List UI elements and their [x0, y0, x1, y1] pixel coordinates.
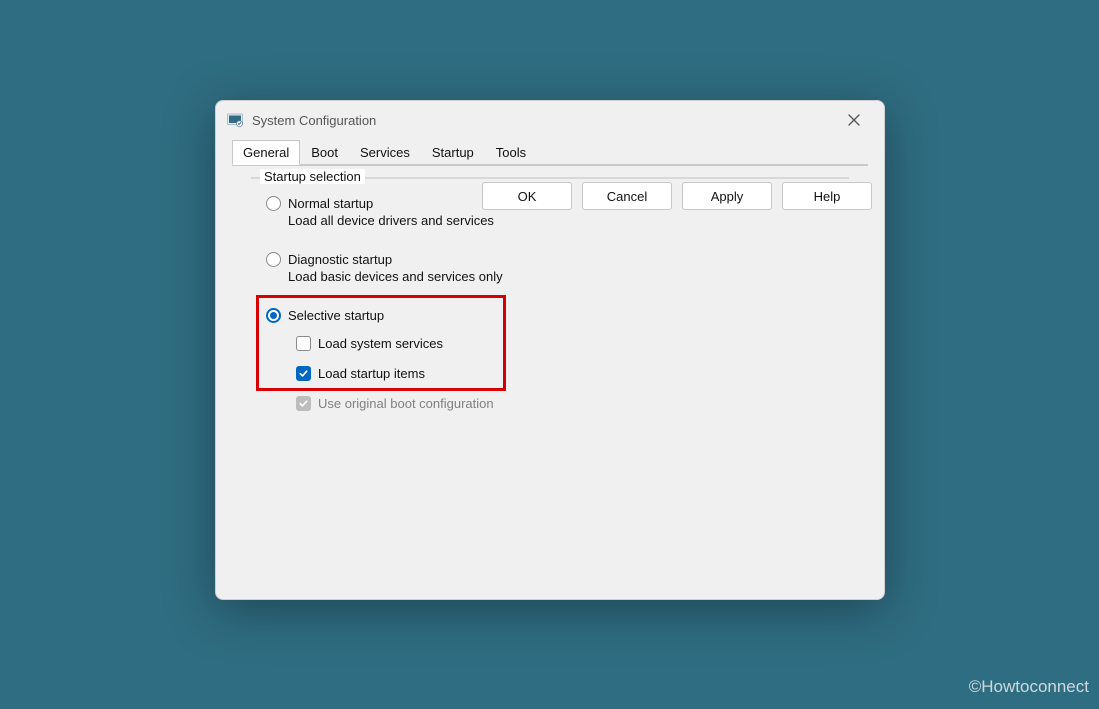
watermark: ©Howtoconnect	[969, 677, 1089, 697]
startup-selection-group: Startup selection Normal startup Load al…	[251, 177, 849, 179]
option-description: Load all device drivers and services	[288, 211, 494, 228]
button-label: OK	[518, 189, 537, 204]
system-configuration-dialog: System Configuration General Boot Servic…	[215, 100, 885, 600]
tab-label: Services	[360, 145, 410, 160]
tab-general[interactable]: General	[232, 140, 300, 165]
checkbox-load-startup-items[interactable]	[296, 366, 311, 381]
checkbox-use-original-boot	[296, 396, 311, 411]
radio-diagnostic-startup[interactable]	[266, 252, 281, 267]
tab-label: Boot	[311, 145, 338, 160]
close-button[interactable]	[834, 106, 874, 134]
titlebar: System Configuration	[216, 101, 884, 137]
radio-label: Selective startup	[288, 308, 384, 323]
checkbox-label: Use original boot configuration	[318, 396, 494, 411]
option-load-system-services: Load system services	[296, 336, 443, 351]
tab-label: General	[243, 145, 289, 160]
option-description: Load basic devices and services only	[288, 267, 503, 284]
button-label: Cancel	[607, 189, 647, 204]
tab-tools[interactable]: Tools	[485, 140, 537, 165]
tabs: General Boot Services Startup Tools Star…	[224, 139, 876, 174]
window-title: System Configuration	[252, 113, 834, 128]
tab-boot[interactable]: Boot	[300, 140, 349, 165]
close-icon	[848, 114, 860, 126]
checkbox-load-system-services[interactable]	[296, 336, 311, 351]
checkbox-label: Load startup items	[318, 366, 425, 381]
app-icon	[226, 111, 244, 129]
group-title: Startup selection	[260, 169, 365, 184]
radio-label: Normal startup	[288, 196, 373, 211]
tab-startup[interactable]: Startup	[421, 140, 485, 165]
option-load-startup-items: Load startup items	[296, 366, 425, 381]
checkbox-label: Load system services	[318, 336, 443, 351]
ok-button[interactable]: OK	[482, 182, 572, 210]
help-button[interactable]: Help	[782, 182, 872, 210]
option-use-original-boot: Use original boot configuration	[296, 396, 494, 411]
tab-label: Startup	[432, 145, 474, 160]
radio-normal-startup[interactable]	[266, 196, 281, 211]
option-diagnostic-startup: Diagnostic startup Load basic devices an…	[266, 252, 503, 284]
button-label: Help	[814, 189, 841, 204]
tab-label: Tools	[496, 145, 526, 160]
radio-selective-startup[interactable]	[266, 308, 281, 323]
tab-services[interactable]: Services	[349, 140, 421, 165]
apply-button[interactable]: Apply	[682, 182, 772, 210]
option-selective-startup: Selective startup	[266, 308, 384, 323]
button-label: Apply	[711, 189, 744, 204]
radio-label: Diagnostic startup	[288, 252, 392, 267]
option-normal-startup: Normal startup Load all device drivers a…	[266, 196, 494, 228]
cancel-button[interactable]: Cancel	[582, 182, 672, 210]
